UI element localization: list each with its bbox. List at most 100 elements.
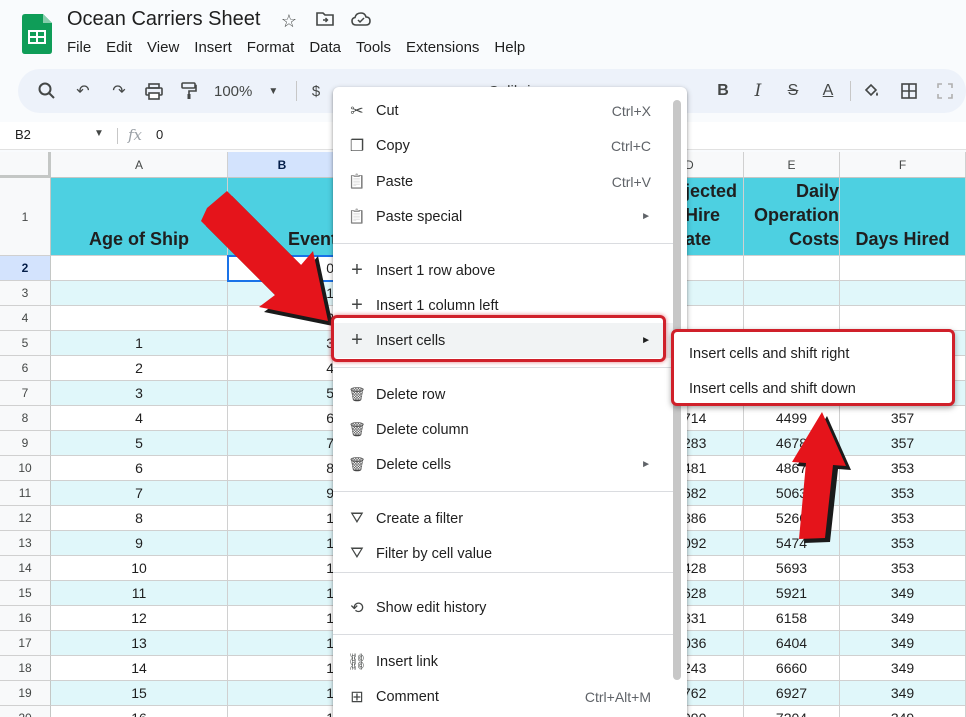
- row-header-17[interactable]: 17: [0, 631, 51, 656]
- cell-b14[interactable]: 1: [228, 556, 337, 581]
- borders-icon[interactable]: [898, 77, 920, 105]
- menu-item-insert-row-above[interactable]: + Insert 1 row above: [333, 253, 673, 288]
- cell-b13[interactable]: 1: [228, 531, 337, 556]
- fill-color-icon[interactable]: [861, 77, 883, 105]
- row-header-6[interactable]: 6: [0, 356, 51, 381]
- menu-item-create-filter[interactable]: ⛛ Create a filter: [333, 501, 673, 536]
- row-header-19[interactable]: 19: [0, 681, 51, 706]
- selected-cell-b2[interactable]: [227, 255, 338, 282]
- column-header-b[interactable]: B: [228, 152, 337, 178]
- cell-e13[interactable]: 5474: [744, 531, 840, 556]
- cell-e4[interactable]: [744, 306, 840, 331]
- cell-a4[interactable]: [51, 306, 228, 331]
- cell-a20[interactable]: 16: [51, 706, 228, 717]
- cell-f14[interactable]: 353: [840, 556, 966, 581]
- cell-f2[interactable]: [840, 256, 966, 281]
- menu-item-filter-by-cell-value[interactable]: ⛛ Filter by cell value: [333, 536, 673, 571]
- cell-f20[interactable]: 349: [840, 706, 966, 717]
- menu-file[interactable]: File: [67, 39, 91, 56]
- cell-b10[interactable]: 8: [228, 456, 337, 481]
- cell-e15[interactable]: 5921: [744, 581, 840, 606]
- cell-f18[interactable]: 349: [840, 656, 966, 681]
- cell-e12[interactable]: 5266: [744, 506, 840, 531]
- cell-d9[interactable]: 283: [683, 431, 744, 456]
- cell-e18[interactable]: 6660: [744, 656, 840, 681]
- cell-b19[interactable]: 1: [228, 681, 337, 706]
- menu-format[interactable]: Format: [247, 39, 295, 56]
- cell-b7[interactable]: 5: [228, 381, 337, 406]
- cell-e16[interactable]: 6158: [744, 606, 840, 631]
- menu-data[interactable]: Data: [309, 39, 341, 56]
- cell-d8[interactable]: 714: [683, 406, 744, 431]
- cell-e20[interactable]: 7204: [744, 706, 840, 717]
- column-header-f[interactable]: F: [840, 152, 966, 178]
- cell-b4[interactable]: 2: [228, 306, 337, 331]
- cell-a19[interactable]: 15: [51, 681, 228, 706]
- text-color-icon[interactable]: A: [816, 77, 840, 105]
- column-header-e[interactable]: E: [744, 152, 840, 178]
- cell-f9[interactable]: 357: [840, 431, 966, 456]
- cell-b8[interactable]: 6: [228, 406, 337, 431]
- cell-b3[interactable]: 1: [228, 281, 337, 306]
- row-header-8[interactable]: 8: [0, 406, 51, 431]
- cell-d4[interactable]: [683, 306, 744, 331]
- cell-a12[interactable]: 8: [51, 506, 228, 531]
- menu-item-paste[interactable]: 📋 Paste Ctrl+V: [333, 164, 673, 199]
- column-header-d[interactable]: D: [683, 152, 744, 178]
- cell-b17[interactable]: 1: [228, 631, 337, 656]
- cell-a15[interactable]: 11: [51, 581, 228, 606]
- print-icon[interactable]: [143, 77, 165, 105]
- paint-format-icon[interactable]: [178, 77, 200, 105]
- cell-d11[interactable]: 682: [683, 481, 744, 506]
- cell-d20[interactable]: 990: [683, 706, 744, 717]
- menu-item-delete-column[interactable]: 🗑 Delete column: [333, 412, 673, 447]
- cell-a9[interactable]: 5: [51, 431, 228, 456]
- header-cell-age-of-ship[interactable]: Age of Ship: [51, 178, 228, 256]
- menu-item-comment[interactable]: ⊞ Comment Ctrl+Alt+M: [333, 679, 673, 714]
- cell-d3[interactable]: [683, 281, 744, 306]
- search-icon[interactable]: [36, 77, 58, 105]
- bold-icon[interactable]: B: [712, 77, 734, 105]
- row-header-18[interactable]: 18: [0, 656, 51, 681]
- cell-a11[interactable]: 7: [51, 481, 228, 506]
- currency-format-button[interactable]: $: [306, 77, 326, 105]
- menu-item-paste-special[interactable]: 📋 Paste special ►: [333, 199, 673, 234]
- cell-a8[interactable]: 4: [51, 406, 228, 431]
- sheets-logo-icon[interactable]: [22, 14, 52, 54]
- cell-a10[interactable]: 6: [51, 456, 228, 481]
- header-cell-projected-hire-rate[interactable]: jected Hire ate: [683, 178, 744, 256]
- cell-b12[interactable]: 1: [228, 506, 337, 531]
- cell-e9[interactable]: 4678: [744, 431, 840, 456]
- menu-item-copy[interactable]: ❐ Copy Ctrl+C: [333, 128, 673, 163]
- cell-a3[interactable]: [51, 281, 228, 306]
- row-header-20[interactable]: 20: [0, 706, 51, 717]
- cell-e14[interactable]: 5693: [744, 556, 840, 581]
- cell-a7[interactable]: 3: [51, 381, 228, 406]
- cloud-status-icon[interactable]: [350, 11, 372, 32]
- menu-edit[interactable]: Edit: [106, 39, 132, 56]
- cell-f16[interactable]: 349: [840, 606, 966, 631]
- header-cell-days-hired[interactable]: Days Hired: [840, 178, 966, 256]
- row-header-2[interactable]: 2: [0, 256, 51, 281]
- cell-d15[interactable]: 628: [683, 581, 744, 606]
- cell-e19[interactable]: 6927: [744, 681, 840, 706]
- row-header-14[interactable]: 14: [0, 556, 51, 581]
- cell-e17[interactable]: 6404: [744, 631, 840, 656]
- cell-f12[interactable]: 353: [840, 506, 966, 531]
- row-header-12[interactable]: 12: [0, 506, 51, 531]
- row-header-11[interactable]: 11: [0, 481, 51, 506]
- document-title[interactable]: Ocean Carriers Sheet: [67, 8, 260, 31]
- cell-f15[interactable]: 349: [840, 581, 966, 606]
- menu-item-cut[interactable]: ✂ Cut Ctrl+X: [333, 93, 673, 128]
- cell-d2[interactable]: [683, 256, 744, 281]
- cell-d13[interactable]: 092: [683, 531, 744, 556]
- cell-f17[interactable]: 349: [840, 631, 966, 656]
- cell-f10[interactable]: 353: [840, 456, 966, 481]
- cell-a14[interactable]: 10: [51, 556, 228, 581]
- row-header-7[interactable]: 7: [0, 381, 51, 406]
- cell-e10[interactable]: 4867: [744, 456, 840, 481]
- cell-a5[interactable]: 1: [51, 331, 228, 356]
- menu-tools[interactable]: Tools: [356, 39, 391, 56]
- cell-b9[interactable]: 7: [228, 431, 337, 456]
- row-header-10[interactable]: 10: [0, 456, 51, 481]
